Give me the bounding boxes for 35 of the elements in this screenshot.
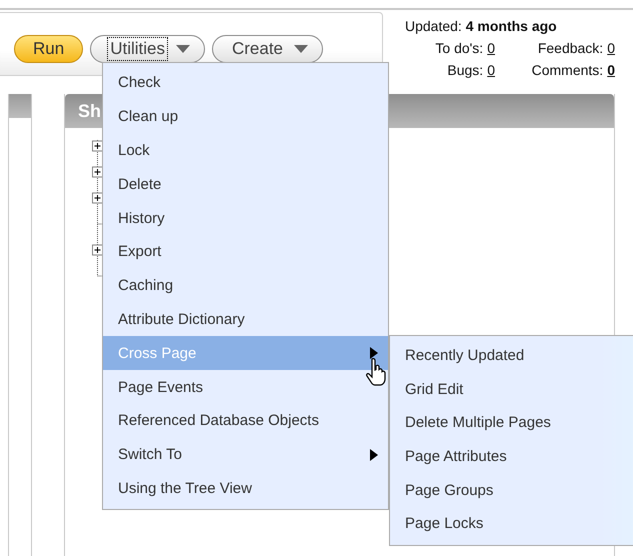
dropdown-button[interactable]: Utilities	[90, 35, 205, 63]
menu-item[interactable]: History	[103, 201, 388, 235]
stat-label: Feedback:	[538, 40, 604, 56]
run-button[interactable]: Run	[14, 35, 84, 63]
stat-label: Bugs:	[447, 62, 484, 78]
stat-link[interactable]: 0	[487, 40, 495, 56]
menu-item[interactable]: Page Attributes	[390, 440, 633, 474]
menu-item[interactable]: Grid Edit	[390, 372, 633, 406]
menu-item[interactable]: Page Locks	[390, 506, 633, 541]
menu-item[interactable]: Attribute Dictionary	[103, 302, 388, 336]
dropdown-button[interactable]: Create	[212, 35, 324, 63]
stat-label: To do's:	[435, 40, 484, 56]
menu-item[interactable]: Clean up	[103, 100, 388, 134]
menu-item[interactable]: Switch To	[103, 438, 388, 472]
caret-icon	[294, 45, 308, 53]
menu-item[interactable]: Delete Multiple Pages	[390, 406, 633, 440]
stat-link[interactable]: 0	[607, 62, 615, 78]
menu-item[interactable]: Page Groups	[390, 473, 633, 507]
panel-title: Sh	[78, 100, 102, 122]
submenu-arrow-icon	[370, 347, 378, 360]
stat-label: Comments:	[532, 62, 604, 78]
menu-item[interactable]: Check	[103, 66, 388, 100]
menu-item[interactable]: Referenced Database Objects	[103, 404, 388, 438]
menu-item[interactable]: Export	[103, 234, 388, 269]
menu-item[interactable]: Delete	[103, 167, 388, 202]
stat-link[interactable]: 0	[487, 62, 495, 78]
menu-item[interactable]: Using the Tree View	[103, 472, 388, 506]
updated-text: Updated: 4 months ago	[405, 18, 558, 34]
menu-item[interactable]: Lock	[103, 134, 388, 168]
menu-item[interactable]: Caching	[103, 268, 388, 303]
panel-header	[9, 94, 31, 118]
stat-link[interactable]: 0	[607, 40, 615, 56]
submenu-arrow-icon	[370, 448, 378, 461]
menu-item[interactable]: Recently Updated	[390, 339, 633, 373]
caret-icon	[176, 45, 190, 53]
